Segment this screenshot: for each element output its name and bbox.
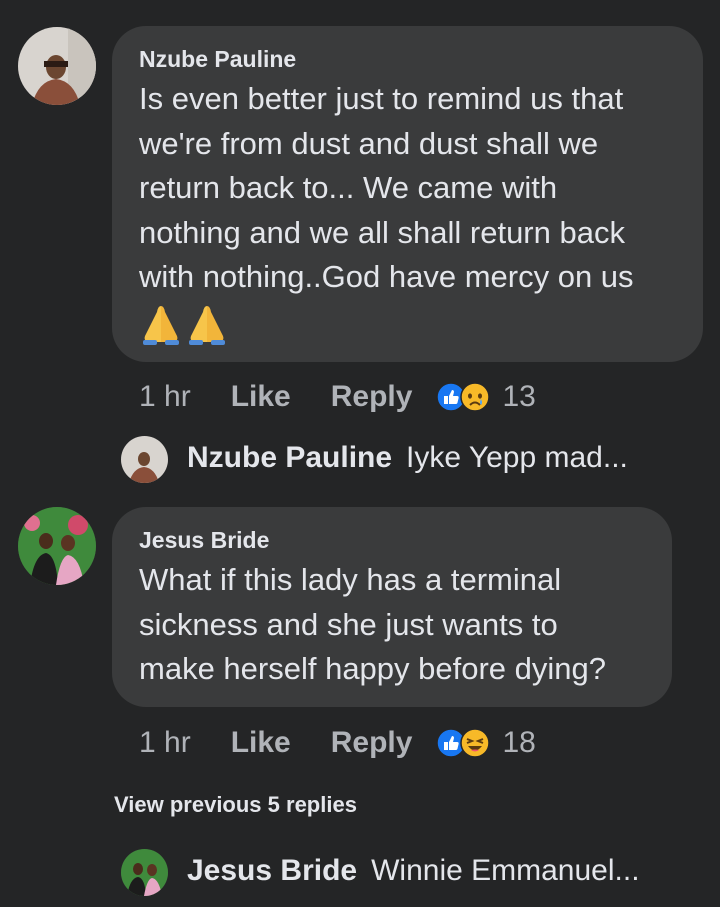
reply-snippet: Iyke Yepp mad... [406, 441, 628, 474]
comment-author[interactable]: Nzube Pauline [139, 46, 296, 73]
view-previous-replies-link[interactable]: View previous 5 replies [114, 792, 357, 818]
avatar-photo [18, 27, 96, 105]
comment-actions: 1 hr Like Reply 13 [139, 377, 536, 417]
reaction-summary[interactable]: 13 [436, 380, 536, 414]
avatar-nzube-pauline[interactable] [18, 27, 96, 105]
comment-text-line: return back to... We came with [139, 170, 558, 205]
comment-text-line: What if this lady has a terminal [139, 562, 562, 597]
haha-reaction-icon [460, 728, 491, 758]
comment-timestamp[interactable]: 1 hr [139, 380, 191, 414]
emoji-row [139, 302, 229, 351]
comment-timestamp[interactable]: 1 hr [139, 726, 191, 760]
reply-author[interactable]: Jesus Bride [187, 854, 357, 888]
reaction-count: 18 [502, 726, 536, 759]
like-button[interactable]: Like [231, 726, 291, 760]
comment-text-line: make herself happy before dying? [139, 651, 607, 686]
comment-text-line: nothing and we all shall return back [139, 214, 625, 250]
avatar-photo [121, 849, 168, 896]
reply-button[interactable]: Reply [331, 726, 413, 760]
comment-actions: 1 hr Like Reply 18 [139, 723, 536, 763]
reply-button[interactable]: Reply [331, 380, 413, 414]
like-button[interactable]: Like [231, 380, 291, 414]
avatar-photo [18, 507, 96, 585]
reply-preview[interactable]: Jesus Bride Winnie Emmanuel... [187, 854, 640, 888]
reaction-summary[interactable]: 18 [436, 726, 536, 760]
avatar-jesus-bride[interactable] [18, 507, 96, 585]
praying-hands-icon [143, 306, 225, 345]
reaction-count: 13 [502, 380, 536, 413]
comment-text: What if this lady has a terminal sicknes… [139, 558, 606, 692]
reply-author[interactable]: Nzube Pauline [187, 441, 392, 475]
comment-text-line: sickness and she just wants to [139, 606, 558, 642]
avatar-jesus-bride-small[interactable] [121, 849, 168, 896]
reply-preview[interactable]: Nzube Pauline Iyke Yepp mad... [187, 441, 628, 475]
reply-snippet: Winnie Emmanuel... [371, 854, 640, 887]
comment-text-line: Is even better just to remind us that [139, 81, 624, 116]
sad-reaction-icon [460, 382, 491, 412]
avatar-nzube-pauline-small[interactable] [121, 436, 168, 483]
avatar-photo [121, 436, 168, 483]
comment-author[interactable]: Jesus Bride [139, 527, 269, 554]
comment-text-line: we're from dust and dust shall we [139, 125, 599, 161]
comment-text: Is even better just to remind us that we… [139, 77, 634, 300]
comment-text-line: with nothing..God have mercy on us [139, 259, 634, 294]
